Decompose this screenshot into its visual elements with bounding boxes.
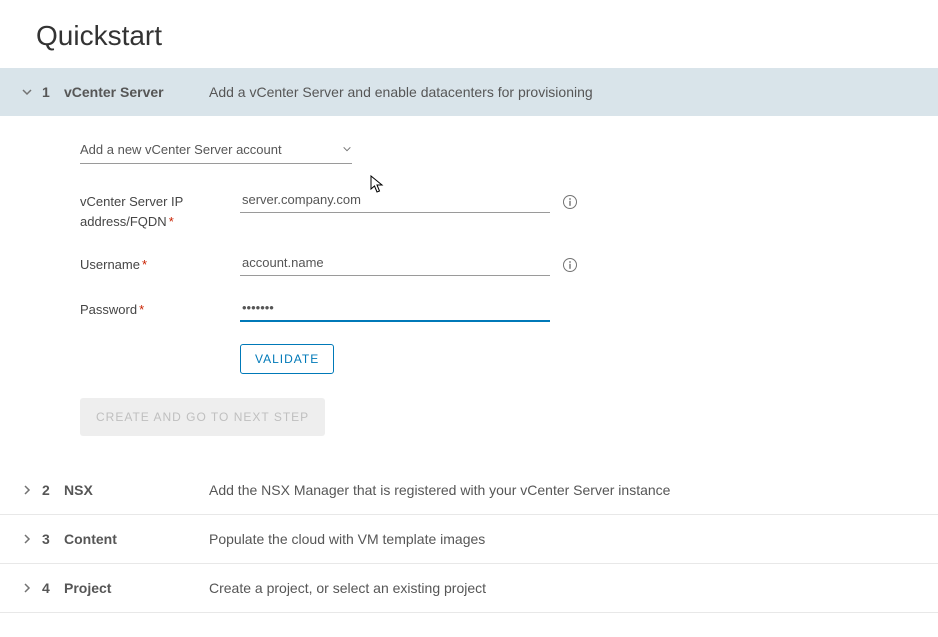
quickstart-accordion: 1 vCenter Server Add a vCenter Server an…: [0, 68, 938, 613]
dropdown-selected-value: Add a new vCenter Server account: [80, 142, 282, 157]
step-number: 1: [42, 84, 54, 100]
step-description: Create a project, or select an existing …: [209, 580, 486, 596]
step-title: Project: [64, 580, 179, 596]
section-header-content[interactable]: 3 Content Populate the cloud with VM tem…: [0, 515, 938, 564]
validate-button[interactable]: VALIDATE: [240, 344, 334, 374]
vcenter-ip-input[interactable]: [240, 190, 550, 213]
page-title: Quickstart: [0, 0, 938, 68]
required-asterisk: *: [169, 214, 174, 229]
step-title: vCenter Server: [64, 84, 179, 100]
ip-label: vCenter Server IP address/FQDN*: [80, 190, 240, 231]
required-asterisk: *: [142, 257, 147, 272]
info-icon[interactable]: [562, 194, 578, 210]
required-asterisk: *: [139, 302, 144, 317]
step-description: Add the NSX Manager that is registered w…: [209, 482, 670, 498]
chevron-right-icon: [20, 483, 34, 497]
section-header-project[interactable]: 4 Project Create a project, or select an…: [0, 564, 938, 613]
username-label: Username*: [80, 253, 240, 275]
step-number: 3: [42, 531, 54, 547]
create-next-step-button: CREATE AND GO TO NEXT STEP: [80, 398, 325, 436]
chevron-down-icon: [342, 142, 352, 157]
section-body-vcenter: Add a new vCenter Server account vCenter…: [0, 116, 938, 466]
account-mode-dropdown[interactable]: Add a new vCenter Server account: [80, 138, 352, 164]
section-header-nsx[interactable]: 2 NSX Add the NSX Manager that is regist…: [0, 466, 938, 515]
step-number: 2: [42, 482, 54, 498]
step-number: 4: [42, 580, 54, 596]
password-input[interactable]: [240, 298, 550, 322]
chevron-right-icon: [20, 581, 34, 595]
step-description: Add a vCenter Server and enable datacent…: [209, 84, 593, 100]
chevron-down-icon: [20, 85, 34, 99]
step-title: Content: [64, 531, 179, 547]
chevron-right-icon: [20, 532, 34, 546]
step-title: NSX: [64, 482, 179, 498]
username-input[interactable]: [240, 253, 550, 276]
info-icon[interactable]: [562, 257, 578, 273]
section-header-vcenter[interactable]: 1 vCenter Server Add a vCenter Server an…: [0, 68, 938, 116]
step-description: Populate the cloud with VM template imag…: [209, 531, 485, 547]
password-label: Password*: [80, 298, 240, 320]
